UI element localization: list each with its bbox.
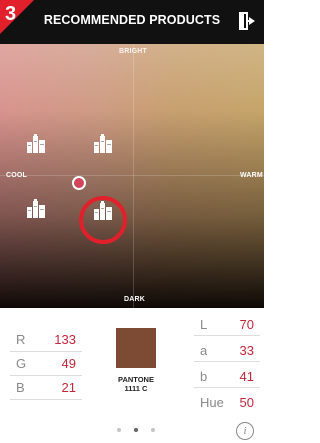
pantone-label: PANTONE 1111 C bbox=[96, 375, 176, 393]
lab-label: Hue bbox=[200, 395, 224, 410]
color-map[interactable]: BRIGHT DARK COOL WARM bbox=[0, 44, 264, 308]
axis-label-cool: COOL bbox=[6, 172, 28, 179]
rgb-row-b: B 21 bbox=[10, 376, 82, 400]
page-dot[interactable] bbox=[117, 428, 121, 432]
page-indicator[interactable] bbox=[113, 428, 159, 434]
rgb-value: 21 bbox=[61, 380, 76, 395]
lab-label: a bbox=[200, 343, 208, 358]
step-badge: 3 bbox=[0, 0, 34, 34]
rgb-label: G bbox=[16, 356, 27, 371]
lab-value: 70 bbox=[239, 317, 254, 332]
color-position-marker[interactable] bbox=[72, 176, 86, 190]
lab-label: b bbox=[200, 369, 208, 384]
info-icon[interactable]: i bbox=[236, 422, 254, 440]
app-header: 3 RECOMMENDED PRODUCTS bbox=[0, 0, 264, 44]
axis-label-dark: DARK bbox=[124, 296, 146, 303]
pantone-name: PANTONE bbox=[118, 375, 154, 384]
page-dot[interactable] bbox=[151, 428, 155, 432]
lab-row-a: a 33 bbox=[194, 338, 260, 362]
axis-label-bright: BRIGHT bbox=[119, 48, 148, 55]
rgb-row-r: R 133 bbox=[10, 328, 82, 352]
page-dot-active[interactable] bbox=[134, 428, 138, 432]
lab-row-hue: Hue 50 bbox=[194, 390, 260, 414]
lab-value: 50 bbox=[239, 395, 254, 410]
vertical-axis bbox=[133, 44, 134, 308]
axis-label-warm: WARM bbox=[240, 172, 263, 179]
exit-door-icon[interactable] bbox=[238, 11, 256, 31]
horizontal-axis bbox=[0, 175, 264, 176]
product-bottles-icon[interactable] bbox=[93, 134, 113, 154]
color-info-panel: R 133 G 49 B 21 PANTONE 1111 C L 70 a 33… bbox=[0, 308, 264, 443]
lab-value: 41 bbox=[239, 369, 254, 384]
product-bottles-icon[interactable] bbox=[26, 199, 46, 219]
rgb-value: 49 bbox=[61, 356, 76, 371]
selection-ring bbox=[79, 196, 127, 244]
rgb-row-g: G 49 bbox=[10, 352, 82, 376]
lab-label: L bbox=[200, 317, 208, 332]
lab-row-b: b 41 bbox=[194, 364, 260, 388]
lab-value: 33 bbox=[239, 343, 254, 358]
pantone-code: 1111 C bbox=[124, 384, 148, 393]
lab-row-l: L 70 bbox=[194, 312, 260, 336]
rgb-label: B bbox=[16, 380, 25, 395]
product-bottles-icon[interactable] bbox=[26, 134, 46, 154]
step-number: 3 bbox=[5, 3, 17, 25]
page-title: RECOMMENDED PRODUCTS bbox=[43, 13, 221, 27]
rgb-value: 133 bbox=[54, 332, 76, 347]
color-swatch bbox=[116, 328, 156, 368]
rgb-label: R bbox=[16, 332, 26, 347]
